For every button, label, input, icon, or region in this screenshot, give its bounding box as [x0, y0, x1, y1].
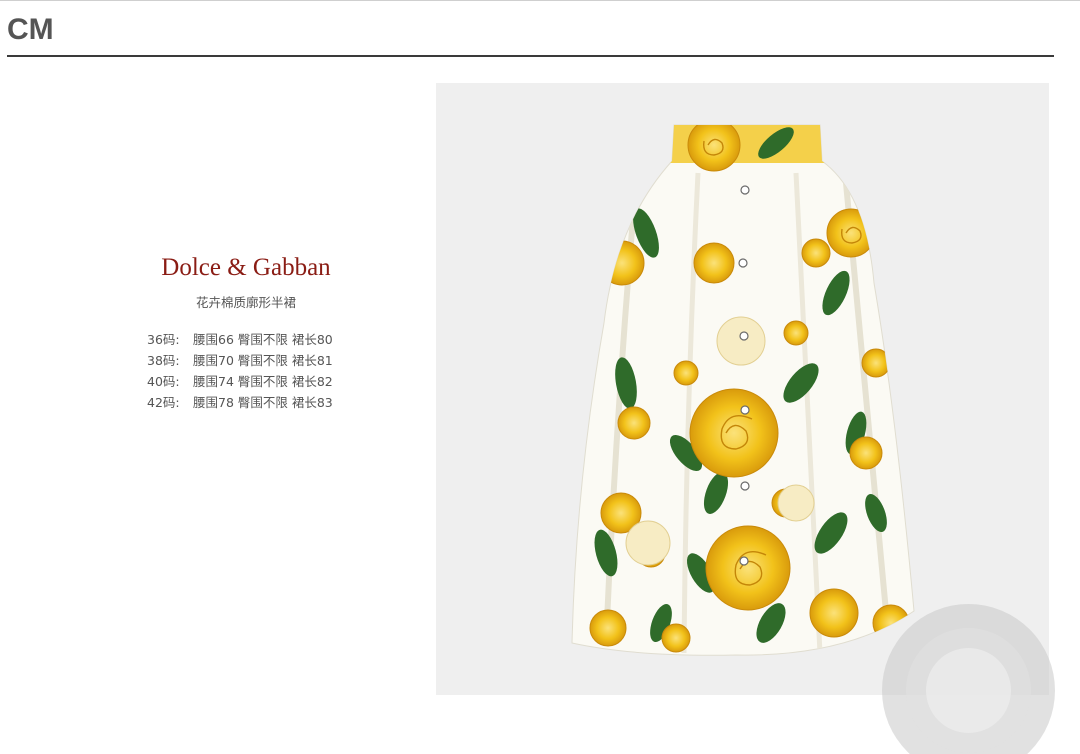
- size-label: 42码:: [147, 395, 180, 410]
- product-page: CM Dolce & Gabban 花卉棉质廓形半裙 36码: 腰围66 臀围不限…: [0, 0, 1080, 754]
- size-detail: 腰围70 臀围不限 裙长81: [193, 353, 333, 368]
- size-row: 38码: 腰围70 臀围不限 裙长81: [147, 350, 333, 371]
- size-detail: 腰围78 臀围不限 裙长83: [193, 395, 333, 410]
- size-label: 36码:: [147, 332, 180, 347]
- top-border: [0, 0, 1080, 1]
- size-row: 36码: 腰围66 臀围不限 裙长80: [147, 329, 333, 350]
- size-label: 38码:: [147, 353, 180, 368]
- watermark-center: [926, 648, 1011, 733]
- size-row: 42码: 腰围78 臀围不限 裙长83: [147, 392, 333, 413]
- size-row: 40码: 腰围74 臀围不限 裙长82: [147, 371, 333, 392]
- header-divider: [7, 55, 1054, 57]
- size-detail: 腰围74 臀围不限 裙长82: [193, 374, 333, 389]
- size-detail: 腰围66 臀围不限 裙长80: [193, 332, 333, 347]
- size-chart: 36码: 腰围66 臀围不限 裙长80 38码: 腰围70 臀围不限 裙长81 40…: [147, 329, 333, 413]
- skirt-illustration: [571, 124, 915, 656]
- header-title: CM: [7, 13, 54, 46]
- size-label: 40码:: [147, 374, 180, 389]
- product-photo: [436, 83, 1049, 695]
- product-name: 花卉棉质廓形半裙: [195, 295, 296, 310]
- brand-name: Dolce & Gabban: [161, 254, 331, 281]
- watermark-inner-ring: [906, 628, 1031, 753]
